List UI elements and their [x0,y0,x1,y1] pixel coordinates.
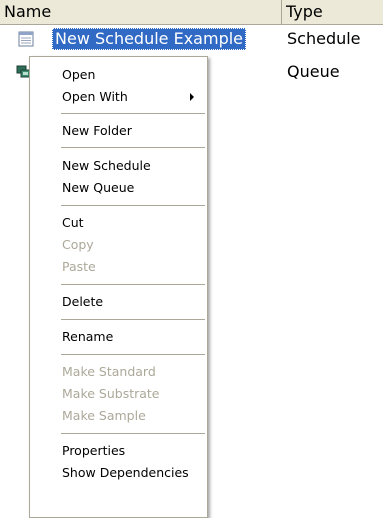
menu-item-properties[interactable]: Properties [31,440,206,462]
menu-item-cut[interactable]: Cut [31,212,206,234]
context-menu: Open Open With New Folder New Schedule N… [29,56,208,518]
menu-item-make-standard: Make Standard [62,364,156,379]
menu-item-copy: Copy [62,237,94,252]
menu-item-open[interactable]: Open [31,64,206,86]
menu-separator [61,284,205,285]
menu-separator [61,433,205,434]
schedule-icon [18,31,34,47]
menu-separator [61,319,205,320]
column-header-type[interactable]: Type [282,0,383,24]
menu-item-new-queue[interactable]: New Queue [31,177,206,199]
menu-item-make-substrate: Make Substrate [62,386,160,401]
menu-item-show-dependencies[interactable]: Show Dependencies [31,462,206,484]
list-item-type: Queue [287,62,340,81]
menu-item-new-schedule[interactable]: New Schedule [31,155,206,177]
menu-separator [61,205,205,206]
column-header-bar: Name Type [0,0,383,25]
column-header-name[interactable]: Name [0,0,282,24]
list-item-name[interactable]: New Schedule Example [52,28,247,50]
menu-item-new-folder[interactable]: New Folder [31,120,206,142]
menu-separator [61,113,205,114]
menu-item-delete[interactable]: Delete [31,291,206,313]
submenu-arrow-icon [190,93,194,101]
menu-item-open-with[interactable]: Open With [31,86,206,108]
list-item-type: Schedule [287,29,361,48]
menu-item-paste: Paste [62,259,96,274]
menu-separator [61,147,205,148]
menu-item-make-sample: Make Sample [62,408,146,423]
list-item-schedule[interactable]: New Schedule Example Schedule [0,25,383,53]
menu-item-rename[interactable]: Rename [31,326,206,348]
menu-separator [61,354,205,355]
menu-item-label: Open With [62,89,128,104]
